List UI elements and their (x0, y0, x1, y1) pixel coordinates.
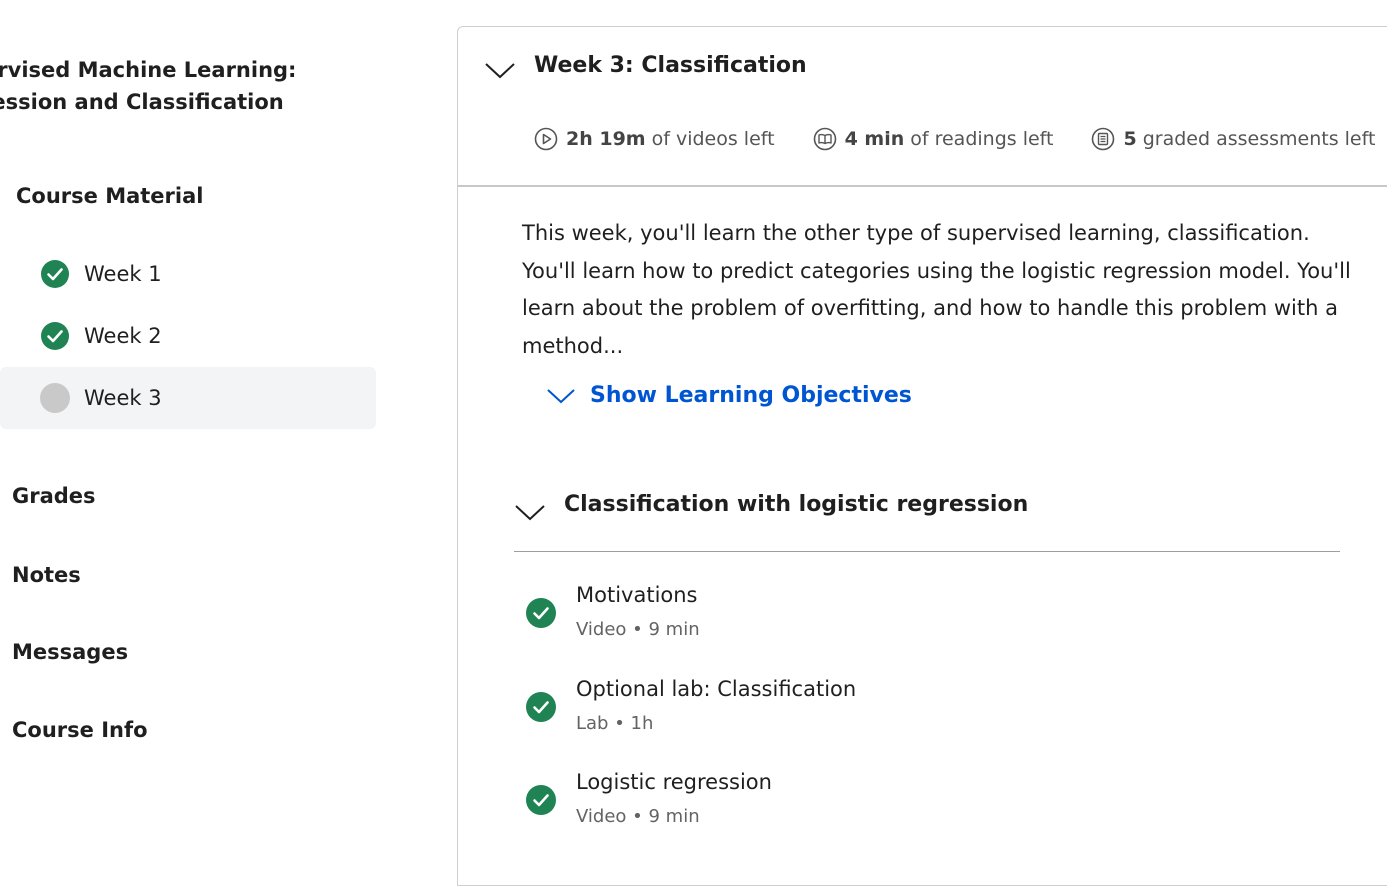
assessments-left-stat: 5 graded assessments left (1091, 127, 1375, 151)
sidebar-item-week-1[interactable]: Week 1 (0, 243, 376, 305)
chevron-down-icon (515, 505, 545, 521)
completed-check-icon (40, 321, 70, 351)
module-header[interactable]: Classification with logistic regression (514, 491, 1340, 552)
readings-left-suffix: of readings left (910, 128, 1054, 150)
course-title-line1: pervised Machine Learning: (0, 58, 297, 82)
week-header: Week 3: Classification 2h 19m of videos … (458, 27, 1387, 187)
item-meta: Lab • 1h (576, 713, 654, 734)
completed-check-icon (526, 785, 556, 815)
pending-circle-icon (40, 383, 70, 413)
module-item-optional-lab-classification[interactable]: Optional lab: Classification Lab • 1h (526, 677, 1326, 747)
week-title: Week 3: Classification (534, 53, 807, 78)
assessments-left-value: 5 (1123, 128, 1137, 150)
chevron-down-icon (547, 388, 575, 403)
course-title-line2: gression and Classification (0, 90, 284, 114)
item-title: Optional lab: Classification (576, 677, 857, 701)
week-label: Week 3 (84, 386, 162, 410)
sidebar-nav-grades[interactable]: Grades (12, 484, 96, 508)
sidebar-nav-course-info[interactable]: Course Info (12, 718, 148, 742)
item-title: Motivations (576, 583, 698, 607)
week-description: This week, you'll learn the other type o… (522, 221, 1351, 358)
module-item-motivations[interactable]: Motivations Video • 9 min (526, 583, 1326, 653)
completed-check-icon (526, 692, 556, 722)
item-meta: Video • 9 min (576, 806, 700, 827)
sidebar-item-week-3[interactable]: Week 3 (0, 367, 376, 429)
module-item-logistic-regression[interactable]: Logistic regression Video • 9 min (526, 770, 1326, 840)
course-sidebar: pervised Machine Learning: gression and … (0, 0, 400, 853)
show-learning-objectives-button[interactable]: Show Learning Objectives (546, 383, 912, 408)
item-meta: Video • 9 min (576, 619, 700, 640)
sidebar-item-week-2[interactable]: Week 2 (0, 305, 376, 367)
week-panel: Week 3: Classification 2h 19m of videos … (457, 26, 1387, 886)
book-icon (813, 127, 837, 151)
course-title: pervised Machine Learning: gression and … (0, 54, 348, 118)
collapse-chevron-icon[interactable] (484, 57, 516, 83)
sidebar-nav-messages[interactable]: Messages (12, 640, 128, 664)
completed-check-icon (526, 598, 556, 628)
week-label: Week 2 (84, 324, 162, 348)
videos-left-suffix: of videos left (651, 128, 775, 150)
sidebar-nav-notes[interactable]: Notes (12, 563, 81, 587)
week-label: Week 1 (84, 262, 162, 286)
course-material-heading[interactable]: Course Material (16, 184, 203, 208)
readings-left-stat: 4 min of readings left (813, 127, 1054, 151)
assignment-icon (1091, 127, 1115, 151)
assessments-left-suffix: graded assessments left (1142, 128, 1376, 150)
week-stats: 2h 19m of videos left 4 min of readings … (534, 127, 1387, 151)
play-circle-icon (534, 127, 558, 151)
show-learning-objectives-label: Show Learning Objectives (590, 383, 912, 408)
videos-left-stat: 2h 19m of videos left (534, 127, 775, 151)
readings-left-value: 4 min (844, 128, 905, 150)
videos-left-value: 2h 19m (566, 128, 646, 150)
completed-check-icon (40, 259, 70, 289)
item-title: Logistic regression (576, 770, 772, 794)
module-title: Classification with logistic regression (564, 492, 1029, 517)
